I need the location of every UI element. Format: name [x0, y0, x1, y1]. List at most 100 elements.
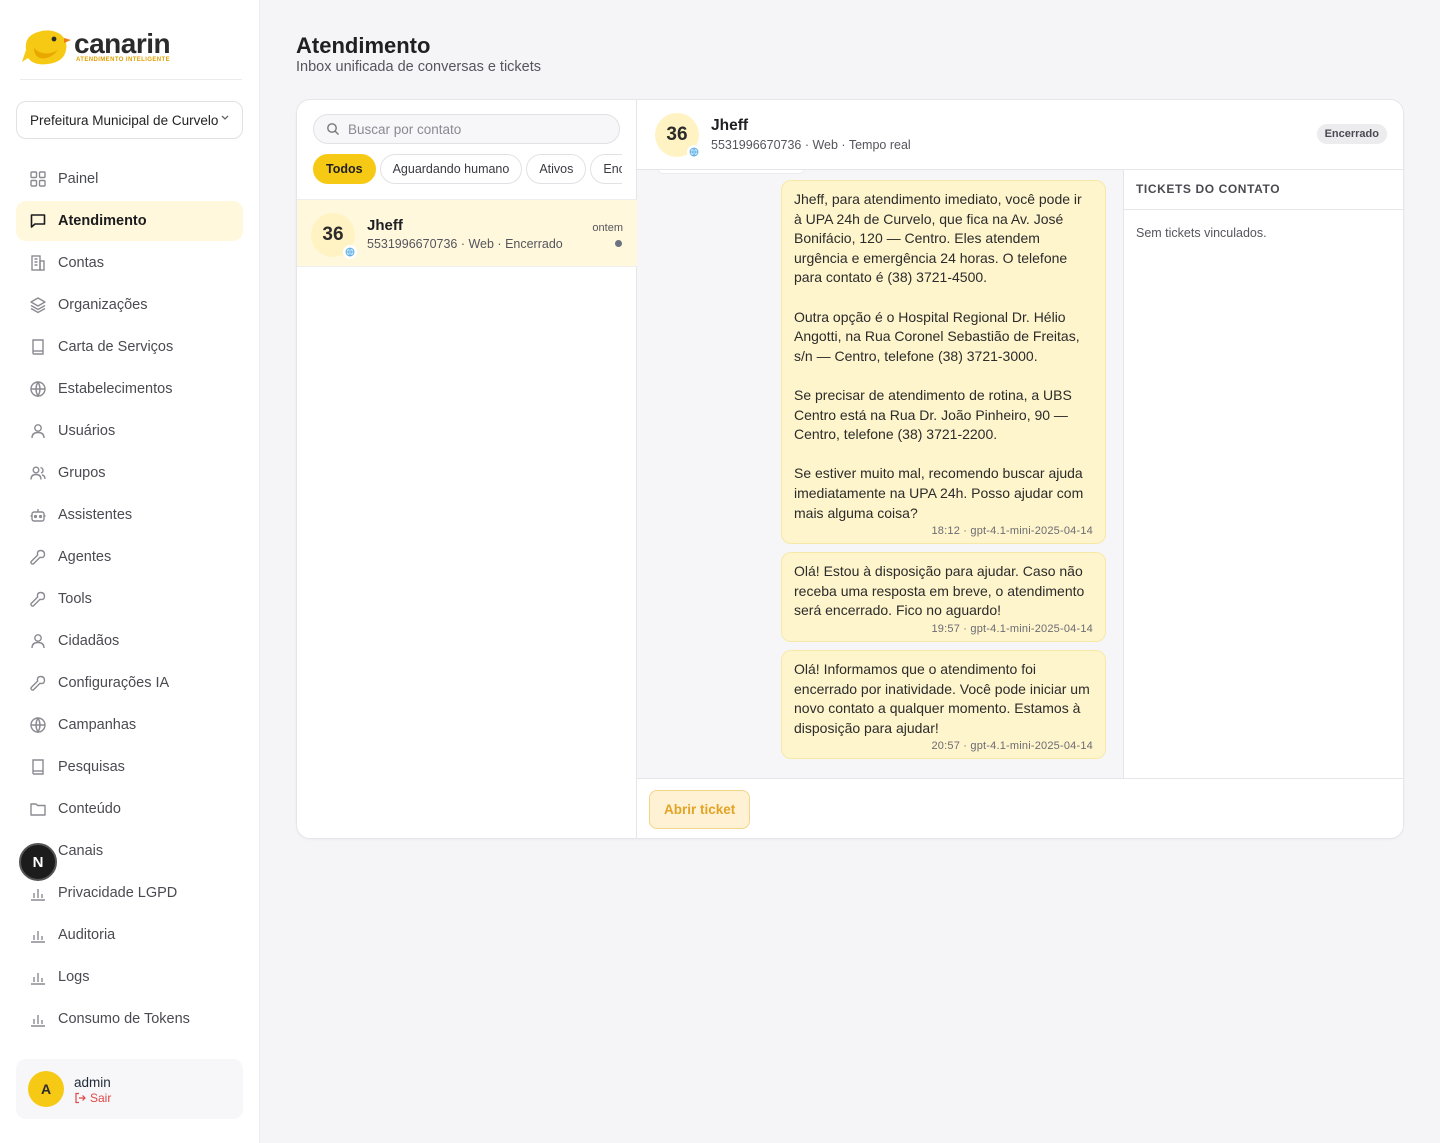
message-stamp: 19:57 · gpt-4.1-mini-2025-04-14: [931, 622, 1093, 635]
bar-chart-icon: [28, 1009, 48, 1029]
avatar[interactable]: A: [28, 1071, 64, 1107]
contact-avatar-label: 36: [666, 124, 688, 145]
message-text: Olá! Estou à disposição para ajudar. Cas…: [794, 563, 1085, 619]
search-input[interactable]: Buscar por contato: [313, 114, 620, 144]
sidebar-item-label: Campanhas: [58, 717, 137, 733]
page-title: Atendimento: [296, 33, 431, 58]
book-icon: [28, 757, 48, 777]
user-name: admin: [74, 1075, 111, 1090]
sidebar-item-label: Agentes: [58, 549, 112, 565]
sidebar-item-assistentes[interactable]: Assistentes: [16, 495, 243, 535]
conversation-list-pane: Buscar por contato Todos Aguardando human…: [297, 100, 637, 838]
sidebar-item-consumo-de-tokens[interactable]: Consumo de Tokens: [16, 999, 243, 1039]
sidebar-item-tools[interactable]: Tools: [16, 579, 243, 619]
logout-icon: [75, 1092, 86, 1104]
logout-label: Sair: [90, 1091, 112, 1105]
sidebar-item-label: Assistentes: [58, 507, 133, 523]
chat-footer: Abrir ticket: [637, 778, 1403, 838]
organization-select[interactable]: Prefeitura Municipal de Curvelo: [16, 101, 243, 139]
brand-name: canarin: [74, 28, 171, 59]
layers-icon: [28, 295, 48, 315]
message-bubble: Olá! Estou à disposição para ajudar. Cas…: [781, 552, 1106, 642]
sidebar-item-pesquisas[interactable]: Pesquisas: [16, 747, 243, 787]
sidebar-item-label: Privacidade LGPD: [58, 885, 178, 901]
globe-icon: [28, 715, 48, 735]
filter-tab-3[interactable]: Encerrados: [590, 154, 622, 184]
filter-tab-1[interactable]: Aguardando humano: [379, 154, 523, 184]
inbox-card: Buscar por contato Todos Aguardando human…: [296, 99, 1404, 839]
sidebar-item-label: Usuários: [58, 423, 116, 439]
search-placeholder: Buscar por contato: [348, 122, 462, 137]
user-icon: [28, 421, 48, 441]
status-badge: Encerrado: [1316, 124, 1387, 144]
sidebar-item-label: Canais: [58, 843, 104, 859]
sidebar-item-atendimento[interactable]: Atendimento: [16, 201, 243, 241]
sidebar-item-estabelecimentos[interactable]: Estabelecimentos: [16, 369, 243, 409]
filter-tabs: TodosAguardando humanoAtivosEncerrados: [313, 154, 622, 184]
chat-contact-name: Jheff: [711, 117, 749, 134]
sidebar-item-label: Contas: [58, 255, 104, 271]
contact-avatar: 36: [311, 213, 357, 259]
filter-tab-2[interactable]: Ativos: [526, 154, 587, 184]
open-ticket-button[interactable]: Abrir ticket: [649, 790, 751, 829]
building-icon: [28, 253, 48, 273]
sidebar-item-grupos[interactable]: Grupos: [16, 453, 243, 493]
list-item[interactable]: 36 Jheff 5531996670736 · Web · Encerrado…: [297, 199, 637, 267]
sidebar-item-label: Grupos: [58, 465, 106, 481]
message-bubble: Jheff, para atendimento imediato, você p…: [781, 180, 1106, 545]
contact-meta: 5531996670736 · Web · Encerrado: [367, 237, 563, 251]
brand-logo[interactable]: canarin ATENDIMENTO INTELIGENTE: [20, 24, 242, 80]
user-icon: [28, 631, 48, 651]
sidebar-item-label: Cidadãos: [58, 633, 120, 649]
sidebar-item-label: Pesquisas: [58, 759, 125, 775]
chat-pane: 36 Jheff 5531996670736 · Web · Tempo rea…: [637, 100, 1403, 838]
sidebar-item-organizacoes[interactable]: Organizações: [16, 285, 243, 325]
sidebar-item-label: Configurações IA: [58, 675, 170, 691]
bar-chart-icon: [28, 967, 48, 987]
sidebar-item-label: Carta de Serviços: [58, 339, 174, 355]
sidebar-item-carta-de-servicos[interactable]: Carta de Serviços: [16, 327, 243, 367]
conversation-time: ontem: [592, 222, 623, 234]
sidebar-item-logs[interactable]: Logs: [16, 957, 243, 997]
chat-contact-meta: 5531996670736 · Web · Tempo real: [711, 138, 911, 152]
sidebar-item-campanhas[interactable]: Campanhas: [16, 705, 243, 745]
organization-select-value: Prefeitura Municipal de Curvelo: [30, 113, 219, 128]
sidebar-item-cidadaos[interactable]: Cidadãos: [16, 621, 243, 661]
filter-tab-0[interactable]: Todos: [313, 154, 376, 184]
sidebar-item-label: Estabelecimentos: [58, 381, 173, 397]
sidebar-item-painel[interactable]: Painel: [16, 159, 243, 199]
wrench-icon: [28, 547, 48, 567]
user-card: A admin Sair: [16, 1059, 243, 1119]
search-icon: [327, 123, 339, 135]
sidebar-item-label: Organizações: [58, 297, 148, 313]
sidebar-item-label: Logs: [58, 969, 90, 985]
dev-tools-badge[interactable]: N: [19, 843, 57, 881]
contact-avatar: 36: [655, 113, 701, 159]
message-stamp: 18:12 · gpt-4.1-mini-2025-04-14: [931, 525, 1093, 538]
message-text: Olá! Informamos que o atendimento foi en…: [794, 661, 1090, 736]
wrench-icon: [28, 589, 48, 609]
sidebar-item-contas[interactable]: Contas: [16, 243, 243, 283]
message-stamp: 20:57 · gpt-4.1-mini-2025-04-14: [931, 740, 1093, 753]
logout-button[interactable]: Sair: [74, 1091, 111, 1105]
sidebar-item-privacidade-lgpd[interactable]: Privacidade LGPD: [16, 873, 243, 913]
sidebar-item-agentes[interactable]: Agentes: [16, 537, 243, 577]
sidebar: canarin ATENDIMENTO INTELIGENTE Prefeitu…: [0, 0, 260, 1143]
sidebar-item-configuracoes-ia[interactable]: Configurações IA: [16, 663, 243, 703]
sidebar-item-label: Conteúdo: [58, 801, 121, 817]
folder-icon: [28, 799, 48, 819]
users-icon: [28, 463, 48, 483]
sidebar-item-conteudo[interactable]: Conteúdo: [16, 789, 243, 829]
message-thread[interactable]: Jheff, para atendimento imediato, você p…: [637, 170, 1124, 778]
tickets-title: TICKETS DO CONTATO: [1124, 170, 1403, 210]
bot-icon: [28, 505, 48, 525]
bar-chart-icon: [28, 883, 48, 903]
contact-avatar-label: 36: [322, 224, 344, 245]
sidebar-item-usuarios[interactable]: Usuários: [16, 411, 243, 451]
page-subtitle: Inbox unificada de conversas e tickets: [296, 59, 542, 75]
sidebar-item-label: Consumo de Tokens: [58, 1011, 190, 1027]
sidebar-item-auditoria[interactable]: Auditoria: [16, 915, 243, 955]
web-channel-icon: [687, 145, 701, 159]
wrench-icon: [28, 673, 48, 693]
sidebar-item-label: Painel: [58, 171, 99, 187]
